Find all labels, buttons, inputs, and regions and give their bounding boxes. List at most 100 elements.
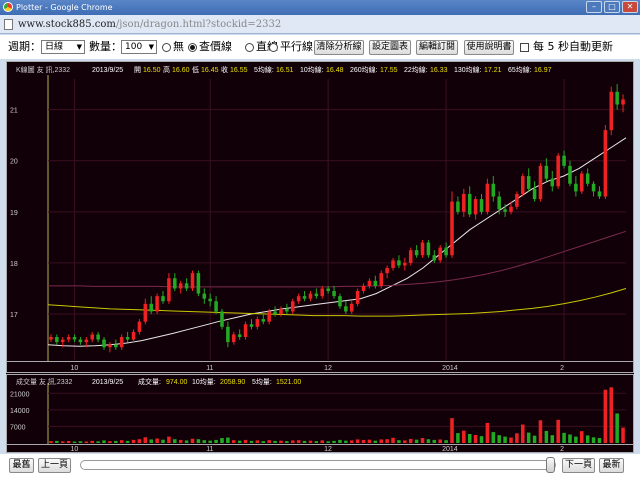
volume-label: 成交量: xyxy=(138,377,161,386)
minimize-button[interactable]: – xyxy=(586,1,602,13)
candle-body xyxy=(385,268,389,274)
volume-bar xyxy=(279,440,283,443)
volume-bar xyxy=(208,440,212,443)
volume-bar xyxy=(78,441,83,443)
volume-bar xyxy=(226,437,230,443)
period-select-value: 日線 xyxy=(45,42,64,52)
radio-price-label: 查價線 xyxy=(199,40,232,53)
volume-bar xyxy=(491,432,496,443)
volume-bar xyxy=(72,441,77,443)
candle-body xyxy=(585,173,590,184)
volume-bar xyxy=(615,413,619,443)
auto-update-label: 每 5 秒自動更新 xyxy=(533,40,613,53)
count-select[interactable]: 100 ▼ xyxy=(121,40,157,54)
volume-bar xyxy=(243,439,248,443)
volume-date: 2013/9/25 xyxy=(92,379,123,386)
volume-x-tick-label: 12 xyxy=(324,446,332,453)
candle-body xyxy=(255,319,260,327)
kline-date: 2013/9/25 xyxy=(92,67,123,74)
volume-bar xyxy=(432,439,437,443)
close-button[interactable]: ✕ xyxy=(622,1,638,13)
address-bar[interactable]: www.stock885.com/json/dragon.html?stocki… xyxy=(0,15,640,34)
volume-bar xyxy=(532,435,537,443)
candle-body xyxy=(491,183,496,197)
period-select[interactable]: 日線 ▼ xyxy=(41,40,85,54)
clear-lines-button[interactable]: 清除分析線 xyxy=(314,40,364,55)
volume-bar xyxy=(119,440,124,443)
user-manual-button[interactable]: 使用說明書 xyxy=(464,40,514,55)
stock-chart[interactable]: 17 18 19 20 21 21000 14000 7000 10 10 11 11 12 12 2014… xyxy=(6,61,634,453)
candle-body xyxy=(114,344,118,348)
candle-body xyxy=(349,303,354,312)
newest-button[interactable]: 最新 xyxy=(599,458,624,473)
previous-page-button[interactable]: 上一頁 xyxy=(38,458,71,473)
open-value: 16.50 xyxy=(143,67,161,74)
volume-bar xyxy=(290,440,295,443)
candle-body xyxy=(237,334,242,338)
volume-bar xyxy=(108,441,112,443)
high-value: 16.60 xyxy=(172,67,190,74)
candle-body xyxy=(391,260,395,269)
volume-x-tick-label: 10 xyxy=(71,446,79,453)
candle-body xyxy=(155,296,159,312)
candle-body xyxy=(515,193,519,207)
candle-body xyxy=(479,199,484,212)
open-label: 開 xyxy=(134,66,141,74)
candle-body xyxy=(78,339,83,343)
volume-bar xyxy=(579,431,584,443)
volume-bar xyxy=(462,430,466,443)
radio-price-line[interactable] xyxy=(188,43,197,52)
time-slider[interactable] xyxy=(80,460,556,470)
candle-body xyxy=(49,337,53,340)
ma22-label: 22均線: xyxy=(404,65,428,74)
url-text[interactable]: www.stock885.com/json/dragon.html?stocki… xyxy=(18,18,281,31)
chart-settings-button[interactable]: 設定圖表 xyxy=(369,40,411,55)
volume-bar xyxy=(414,439,419,443)
volume-bar xyxy=(308,440,313,443)
window-controls: – □ ✕ xyxy=(586,1,638,13)
volume-value: 974.00 xyxy=(166,379,188,386)
volume-bar xyxy=(131,439,136,443)
url-path: /json/dragon.html?stockid=2332 xyxy=(115,19,282,30)
volume-bar xyxy=(84,441,89,443)
candle-body xyxy=(302,296,307,299)
volume-bar xyxy=(55,440,59,443)
volume-bar xyxy=(521,424,525,443)
ma5-label: 5均線: xyxy=(254,65,274,74)
radio-straight-line[interactable] xyxy=(245,43,254,52)
slider-thumb[interactable] xyxy=(546,457,555,473)
vol-ma5-value: 1521.00 xyxy=(276,379,301,386)
candle-body xyxy=(184,283,189,289)
next-page-button[interactable]: 下一頁 xyxy=(562,458,595,473)
volume-bar xyxy=(591,437,596,443)
title-bar: Plotter - Google Chrome – □ ✕ xyxy=(0,0,640,15)
volume-bar xyxy=(550,435,555,443)
candle-body xyxy=(603,130,608,197)
volume-x-tick-label: 2 xyxy=(560,446,564,453)
candle-body xyxy=(438,247,442,261)
oldest-button[interactable]: 最舊 xyxy=(9,458,34,473)
candle-body xyxy=(149,303,153,312)
candle-body xyxy=(208,298,212,302)
candle-body xyxy=(591,183,596,192)
radio-none[interactable] xyxy=(162,43,171,52)
candle-body xyxy=(414,250,419,256)
candle-body xyxy=(226,326,230,343)
edit-subscription-button[interactable]: 編輯訂閱 xyxy=(416,40,458,55)
volume-bar xyxy=(114,440,118,443)
candle-body xyxy=(137,321,142,332)
radio-parallel-line[interactable] xyxy=(269,43,278,52)
chart-canvas[interactable]: 17 18 19 20 21 21000 14000 7000 10 10 11 11 12 12 2014… xyxy=(6,61,634,453)
volume-bar xyxy=(220,438,224,443)
auto-update-checkbox[interactable] xyxy=(520,43,529,52)
price-tick-label: 20 xyxy=(10,159,18,166)
ma65-value: 16.97 xyxy=(534,67,552,74)
candle-body xyxy=(497,196,501,210)
candle-body xyxy=(131,331,136,340)
volume-bar xyxy=(609,387,614,443)
maximize-button[interactable]: □ xyxy=(604,1,620,13)
volume-tick-label: 21000 xyxy=(10,391,30,398)
volume-bar xyxy=(302,440,307,443)
candle-body xyxy=(408,250,413,263)
candle-body xyxy=(344,306,348,312)
